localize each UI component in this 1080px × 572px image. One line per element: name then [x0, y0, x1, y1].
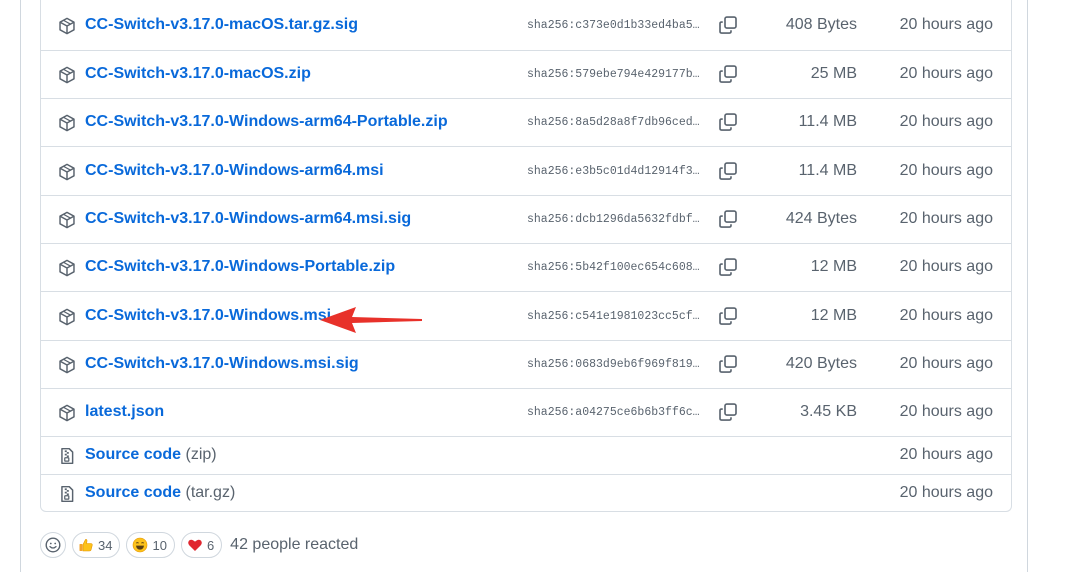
add-reaction-button[interactable]: [40, 532, 66, 558]
thumbs-up-icon: [78, 537, 94, 553]
source-code-label: Source code: [85, 484, 182, 501]
asset-size: 11.4 MB: [798, 161, 857, 179]
source-code-label: Source code: [85, 446, 182, 463]
asset-download-link[interactable]: CC-Switch-v3.17.0-Windows.msi: [85, 307, 331, 325]
asset-sha256: sha256:0683d9eb6f969f819…: [527, 358, 700, 371]
asset-timestamp: 20 hours ago: [899, 258, 993, 275]
asset-size: 408 Bytes: [785, 16, 857, 33]
asset-row: latest.json sha256:a04275ce6b6b3ff6c… 3.45…: [41, 388, 1011, 436]
copy-icon[interactable]: [718, 209, 738, 229]
reaction-heart[interactable]: 6: [180, 532, 223, 558]
asset-row: CC-Switch-v3.17.0-macOS.zip sha256:579ebe…: [41, 50, 1011, 98]
copy-icon[interactable]: [718, 161, 738, 181]
copy-icon[interactable]: [718, 112, 738, 132]
source-code-format: (tar.gz): [185, 484, 236, 501]
asset-size: 420 Bytes: [785, 355, 857, 372]
asset-row: CC-Switch-v3.17.0-Windows-arm64.msi.sig s…: [41, 195, 1011, 243]
copy-icon[interactable]: [718, 15, 738, 35]
asset-sha256: sha256:dcb1296da5632fdbf…: [527, 213, 700, 226]
smiley-icon: [45, 537, 61, 553]
asset-row: CC-Switch-v3.17.0-Windows.msi.sig sha256:…: [41, 340, 1011, 388]
asset-sha256: sha256:c541e1981023cc5cf…: [527, 309, 700, 323]
package-icon: [58, 356, 76, 374]
package-icon: [58, 308, 76, 326]
asset-download-link[interactable]: CC-Switch-v3.17.0-macOS.tar.gz.sig: [85, 16, 358, 34]
laugh-count: 10: [152, 537, 167, 553]
asset-size: 25 MB: [810, 65, 857, 82]
package-icon: [58, 259, 76, 277]
source-code-row: Source code (zip) 20 hours ago: [41, 436, 1011, 474]
source-code-timestamp: 20 hours ago: [899, 484, 993, 501]
source-code-row: Source code (tar.gz) 20 hours ago: [41, 474, 1011, 512]
copy-icon[interactable]: [718, 402, 738, 422]
asset-size: 424 Bytes: [785, 210, 857, 227]
reaction-thumbs-up[interactable]: 34: [72, 532, 121, 558]
reaction-laugh[interactable]: 10: [126, 532, 175, 558]
source-code-format: (zip): [185, 446, 217, 463]
package-icon: [58, 163, 76, 181]
asset-sha256: sha256:579ebe794e429177b…: [527, 68, 700, 81]
package-icon: [58, 17, 76, 35]
asset-row: CC-Switch-v3.17.0-Windows-arm64.msi sha25…: [41, 146, 1011, 195]
annotation-arrow: [320, 307, 422, 333]
heart-count: 6: [206, 537, 215, 553]
asset-timestamp: 20 hours ago: [899, 161, 993, 179]
reactions-bar: 34 10 6 42 people reacted: [40, 531, 358, 559]
asset-download-link[interactable]: latest.json: [85, 403, 164, 421]
asset-row: CC-Switch-v3.17.0-Windows-arm64-Portable…: [41, 98, 1011, 146]
asset-size: 12 MB: [810, 306, 857, 324]
asset-sha256: sha256:8a5d28a8f7db96ced…: [527, 116, 700, 129]
copy-icon[interactable]: [718, 354, 738, 374]
asset-row: CC-Switch-v3.17.0-macOS.tar.gz.sig sha256…: [41, 0, 1011, 50]
source-code-link[interactable]: Source code (zip): [85, 446, 217, 464]
copy-icon[interactable]: [718, 64, 738, 84]
thumbs-up-count: 34: [98, 537, 113, 553]
asset-sha256: sha256:e3b5c01d4d12914f3…: [527, 164, 700, 178]
asset-sha256: sha256:c373e0d1b33ed4ba5…: [527, 19, 700, 32]
copy-icon[interactable]: [718, 257, 738, 277]
asset-row: CC-Switch-v3.17.0-Windows.msi sha256:c541…: [41, 291, 1011, 340]
laugh-icon: [132, 537, 148, 553]
asset-download-link[interactable]: CC-Switch-v3.17.0-macOS.zip: [85, 65, 311, 83]
file-zip-icon: [58, 447, 76, 465]
package-icon: [58, 211, 76, 229]
asset-download-link[interactable]: CC-Switch-v3.17.0-Windows-arm64.msi: [85, 162, 384, 180]
source-code-link[interactable]: Source code (tar.gz): [85, 484, 235, 502]
asset-timestamp: 20 hours ago: [899, 16, 993, 33]
asset-timestamp: 20 hours ago: [899, 113, 993, 130]
asset-timestamp: 20 hours ago: [899, 65, 993, 82]
asset-download-link[interactable]: CC-Switch-v3.17.0-Windows-arm64-Portable…: [85, 113, 448, 131]
package-icon: [58, 66, 76, 84]
asset-download-link[interactable]: CC-Switch-v3.17.0-Windows.msi.sig: [85, 355, 359, 373]
release-assets-page: CC-Switch-v3.17.0-macOS.tar.gz.sig sha256…: [0, 0, 1080, 572]
asset-size: 12 MB: [810, 258, 857, 275]
source-code-timestamp: 20 hours ago: [899, 446, 993, 463]
package-icon: [58, 404, 76, 422]
reactions-summary: 42 people reacted: [230, 536, 359, 553]
asset-timestamp: 20 hours ago: [899, 355, 993, 372]
package-icon: [58, 114, 76, 132]
copy-icon[interactable]: [718, 306, 738, 326]
file-zip-icon: [58, 485, 76, 503]
asset-row: CC-Switch-v3.17.0-Windows-Portable.zip sh…: [41, 243, 1011, 291]
asset-download-link[interactable]: CC-Switch-v3.17.0-Windows-arm64.msi.sig: [85, 210, 411, 228]
asset-sha256: sha256:a04275ce6b6b3ff6c…: [527, 406, 700, 419]
asset-size: 11.4 MB: [798, 113, 857, 130]
asset-download-link[interactable]: CC-Switch-v3.17.0-Windows-Portable.zip: [85, 258, 395, 276]
asset-timestamp: 20 hours ago: [899, 210, 993, 227]
heart-icon: [187, 537, 203, 553]
asset-size: 3.45 KB: [800, 403, 857, 420]
asset-sha256: sha256:5b42f100ec654c608…: [527, 261, 700, 274]
asset-timestamp: 20 hours ago: [899, 306, 993, 324]
asset-timestamp: 20 hours ago: [899, 403, 993, 420]
